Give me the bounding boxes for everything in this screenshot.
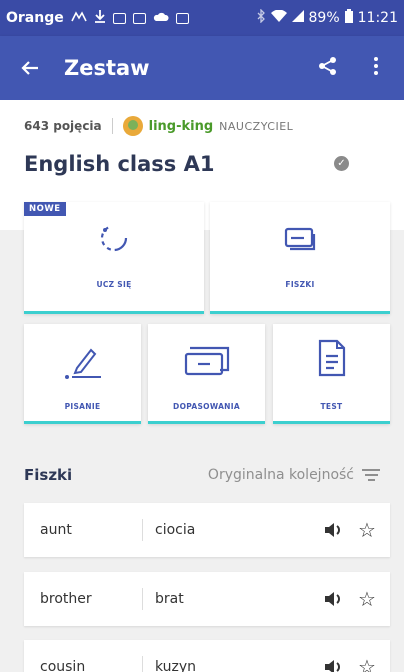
speaker-icon[interactable] xyxy=(322,522,344,538)
status-bar: Orange 89% 11:21 xyxy=(0,0,404,36)
verified-check-icon: ✓ xyxy=(334,156,349,171)
match-icon xyxy=(182,346,232,382)
learn-mode-card[interactable]: NOWE UCZ SIĘ xyxy=(24,202,204,314)
speaker-icon[interactable] xyxy=(322,659,344,672)
list-item: cousin kuzyn ☆ xyxy=(24,640,390,672)
divider xyxy=(142,588,143,610)
flashcards-section-header: Fiszki Oryginalna kolejność xyxy=(24,466,380,484)
clock: 11:21 xyxy=(357,10,398,26)
write-pen-icon xyxy=(63,340,103,384)
star-icon[interactable]: ☆ xyxy=(344,518,390,542)
test-mode-card[interactable]: TEST xyxy=(273,324,390,424)
star-icon[interactable]: ☆ xyxy=(344,587,390,611)
test-mode-label: TEST xyxy=(320,402,343,411)
role-label: NAUCZYCIEL xyxy=(219,119,294,133)
notification-icon xyxy=(175,12,189,24)
signal-activity-icon xyxy=(71,10,87,26)
app-bar: Zestaw xyxy=(0,36,404,100)
flashcards-mode-label: FISZKI xyxy=(285,280,315,289)
flashcards-icon xyxy=(284,226,316,256)
new-badge: NOWE xyxy=(24,202,66,216)
carrier-name: Orange xyxy=(6,10,64,26)
download-icon xyxy=(94,9,106,27)
divider xyxy=(142,519,143,541)
write-mode-label: PISANIE xyxy=(64,402,101,411)
list-item: aunt ciocia ☆ xyxy=(24,503,390,557)
cloud-icon xyxy=(153,10,169,26)
bluetooth-icon xyxy=(257,8,266,27)
divider xyxy=(142,656,143,672)
avatar[interactable] xyxy=(122,116,143,136)
wifi-icon xyxy=(270,9,287,27)
share-button[interactable] xyxy=(304,36,352,100)
flashcards-heading: Fiszki xyxy=(24,466,73,484)
definition-text: kuzyn xyxy=(155,659,197,672)
more-vert-icon xyxy=(374,57,378,79)
sort-icon[interactable] xyxy=(362,469,380,481)
list-item: brother brat ☆ xyxy=(24,572,390,626)
notification-icon xyxy=(132,12,146,24)
learn-circle-icon xyxy=(98,222,130,258)
term-text: cousin xyxy=(40,659,86,672)
match-mode-label: DOPASOWANIA xyxy=(173,402,240,411)
test-document-icon xyxy=(317,338,347,382)
terms-count: 643 pojęcia xyxy=(24,119,102,133)
match-mode-card[interactable]: DOPASOWANIA xyxy=(148,324,265,424)
term-text: brother xyxy=(40,591,92,607)
battery-icon xyxy=(344,9,353,27)
set-title: English class A1 xyxy=(24,152,215,176)
sort-order-button[interactable]: Oryginalna kolejność xyxy=(208,467,354,483)
star-icon[interactable]: ☆ xyxy=(344,655,390,672)
share-icon xyxy=(318,56,338,80)
battery-percent: 89% xyxy=(308,10,340,26)
notification-icon xyxy=(112,12,126,24)
flashcards-mode-card[interactable]: FISZKI xyxy=(210,202,390,314)
divider xyxy=(111,118,113,134)
speaker-icon[interactable] xyxy=(322,591,344,607)
cell-signal-icon xyxy=(291,10,304,26)
term-text: aunt xyxy=(40,522,72,538)
definition-text: brat xyxy=(155,591,184,607)
definition-text: ciocia xyxy=(155,522,196,538)
learn-mode-label: UCZ SIĘ xyxy=(96,280,132,289)
username-link[interactable]: ling-king xyxy=(149,119,214,134)
set-meta: 643 pojęcia ling-king NAUCZYCIEL xyxy=(24,116,293,136)
back-button[interactable] xyxy=(0,36,60,100)
write-mode-card[interactable]: PISANIE xyxy=(24,324,141,424)
more-options-button[interactable] xyxy=(352,36,400,100)
app-bar-title: Zestaw xyxy=(64,56,150,80)
arrow-back-icon xyxy=(21,54,39,82)
